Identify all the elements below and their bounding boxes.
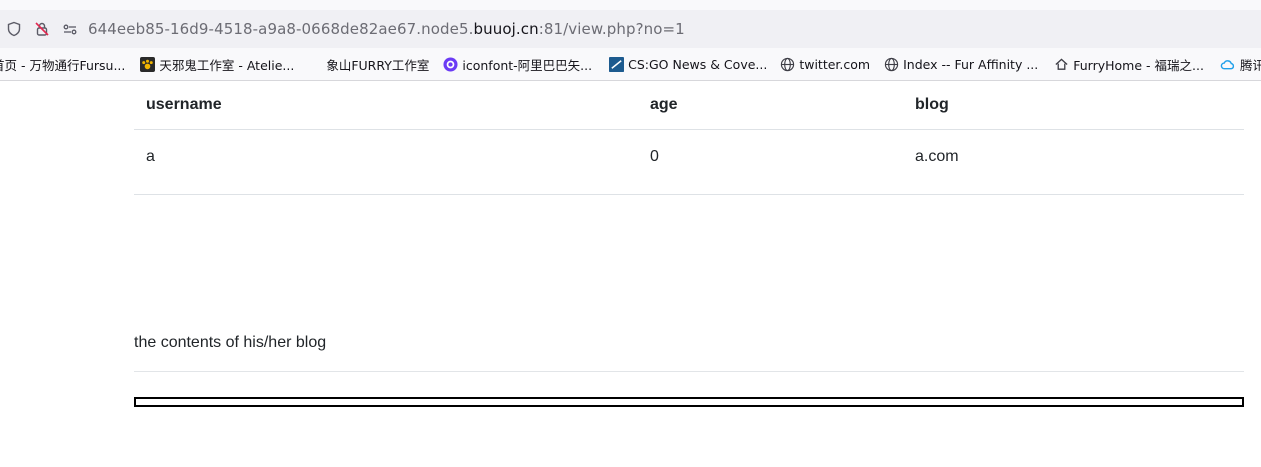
bookmark-iconfont[interactable]: iconfont-阿里巴巴矢... bbox=[442, 55, 592, 74]
bookmark-label: 象山FURRY工作室 bbox=[326, 57, 430, 73]
table-row: a 0 a.com bbox=[134, 129, 1244, 195]
bookmark-fursuit[interactable]: 首页 - 万物通行Fursu... bbox=[0, 55, 125, 74]
cell-age: 0 bbox=[638, 129, 903, 195]
blog-caption: the contents of his/her blog bbox=[134, 334, 327, 351]
url-domain: buuoj.cn bbox=[473, 20, 539, 38]
cell-blog: a.com bbox=[903, 129, 1244, 195]
url-suffix: :81/view.php?no=1 bbox=[538, 20, 685, 38]
bookmark-atelier[interactable]: 天邪鬼工作室 - Atelie... bbox=[139, 55, 294, 74]
cloud-icon bbox=[1220, 56, 1236, 72]
bookmark-label: 腾讯云新春优惠 bbox=[1239, 57, 1261, 73]
paw-icon bbox=[139, 56, 155, 72]
column-header-username: username bbox=[134, 81, 638, 130]
bookmark-label: FurryHome - 福瑞之... bbox=[1073, 57, 1204, 73]
user-table: username age blog a 0 a.com bbox=[134, 81, 1244, 195]
url-bar[interactable]: 644eeb85-16d9-4518-a9a8-0668de82ae67.nod… bbox=[0, 0, 1261, 48]
bookmark-furaffinity[interactable]: Index -- Fur Affinity ... bbox=[883, 56, 1038, 72]
url-text[interactable]: 644eeb85-16d9-4518-a9a8-0668de82ae67.nod… bbox=[88, 20, 685, 38]
insecure-lock-icon[interactable] bbox=[32, 19, 52, 39]
divider bbox=[134, 371, 1244, 372]
bookmark-csgo[interactable]: CS:GO News & Cove... bbox=[608, 56, 767, 72]
csgo-icon bbox=[608, 56, 624, 72]
blog-iframe[interactable] bbox=[134, 397, 1244, 407]
bookmarks-toolbar: 首页 - 万物通行Fursu... 天邪鬼工作室 - Atelie... 象山F… bbox=[0, 48, 1261, 81]
column-header-blog: blog bbox=[903, 81, 1244, 130]
bookmark-furryhome[interactable]: FurryHome - 福瑞之... bbox=[1053, 55, 1204, 74]
page-content: username age blog a 0 a.com bbox=[134, 81, 1244, 195]
globe-icon bbox=[779, 56, 795, 72]
bookmark-label: twitter.com bbox=[799, 56, 871, 72]
url-prefix: 644eeb85-16d9-4518-a9a8-0668de82ae67.nod… bbox=[88, 20, 474, 38]
globe-icon bbox=[883, 56, 899, 72]
bookmark-xiangshan[interactable]: 象山FURRY工作室 bbox=[326, 55, 429, 74]
bookmark-label: iconfont-阿里巴巴矢... bbox=[462, 57, 593, 73]
column-header-age: age bbox=[638, 81, 903, 130]
bookmark-label: CS:GO News & Cove... bbox=[628, 56, 768, 72]
bookmark-label: Index -- Fur Affinity ... bbox=[903, 56, 1039, 72]
permissions-icon[interactable] bbox=[60, 19, 80, 39]
cell-username: a bbox=[134, 129, 638, 195]
bookmark-label: 天邪鬼工作室 - Atelie... bbox=[159, 57, 295, 73]
bookmark-tencent[interactable]: 腾讯云新春优惠 bbox=[1220, 55, 1261, 74]
shield-icon[interactable] bbox=[4, 19, 24, 39]
table-header-row: username age blog bbox=[134, 81, 1244, 130]
furryhome-icon bbox=[1053, 56, 1069, 72]
bookmark-label: 首页 - 万物通行Fursu... bbox=[0, 57, 126, 73]
bookmark-twitter[interactable]: twitter.com bbox=[779, 56, 870, 72]
iconfont-icon bbox=[442, 56, 458, 72]
